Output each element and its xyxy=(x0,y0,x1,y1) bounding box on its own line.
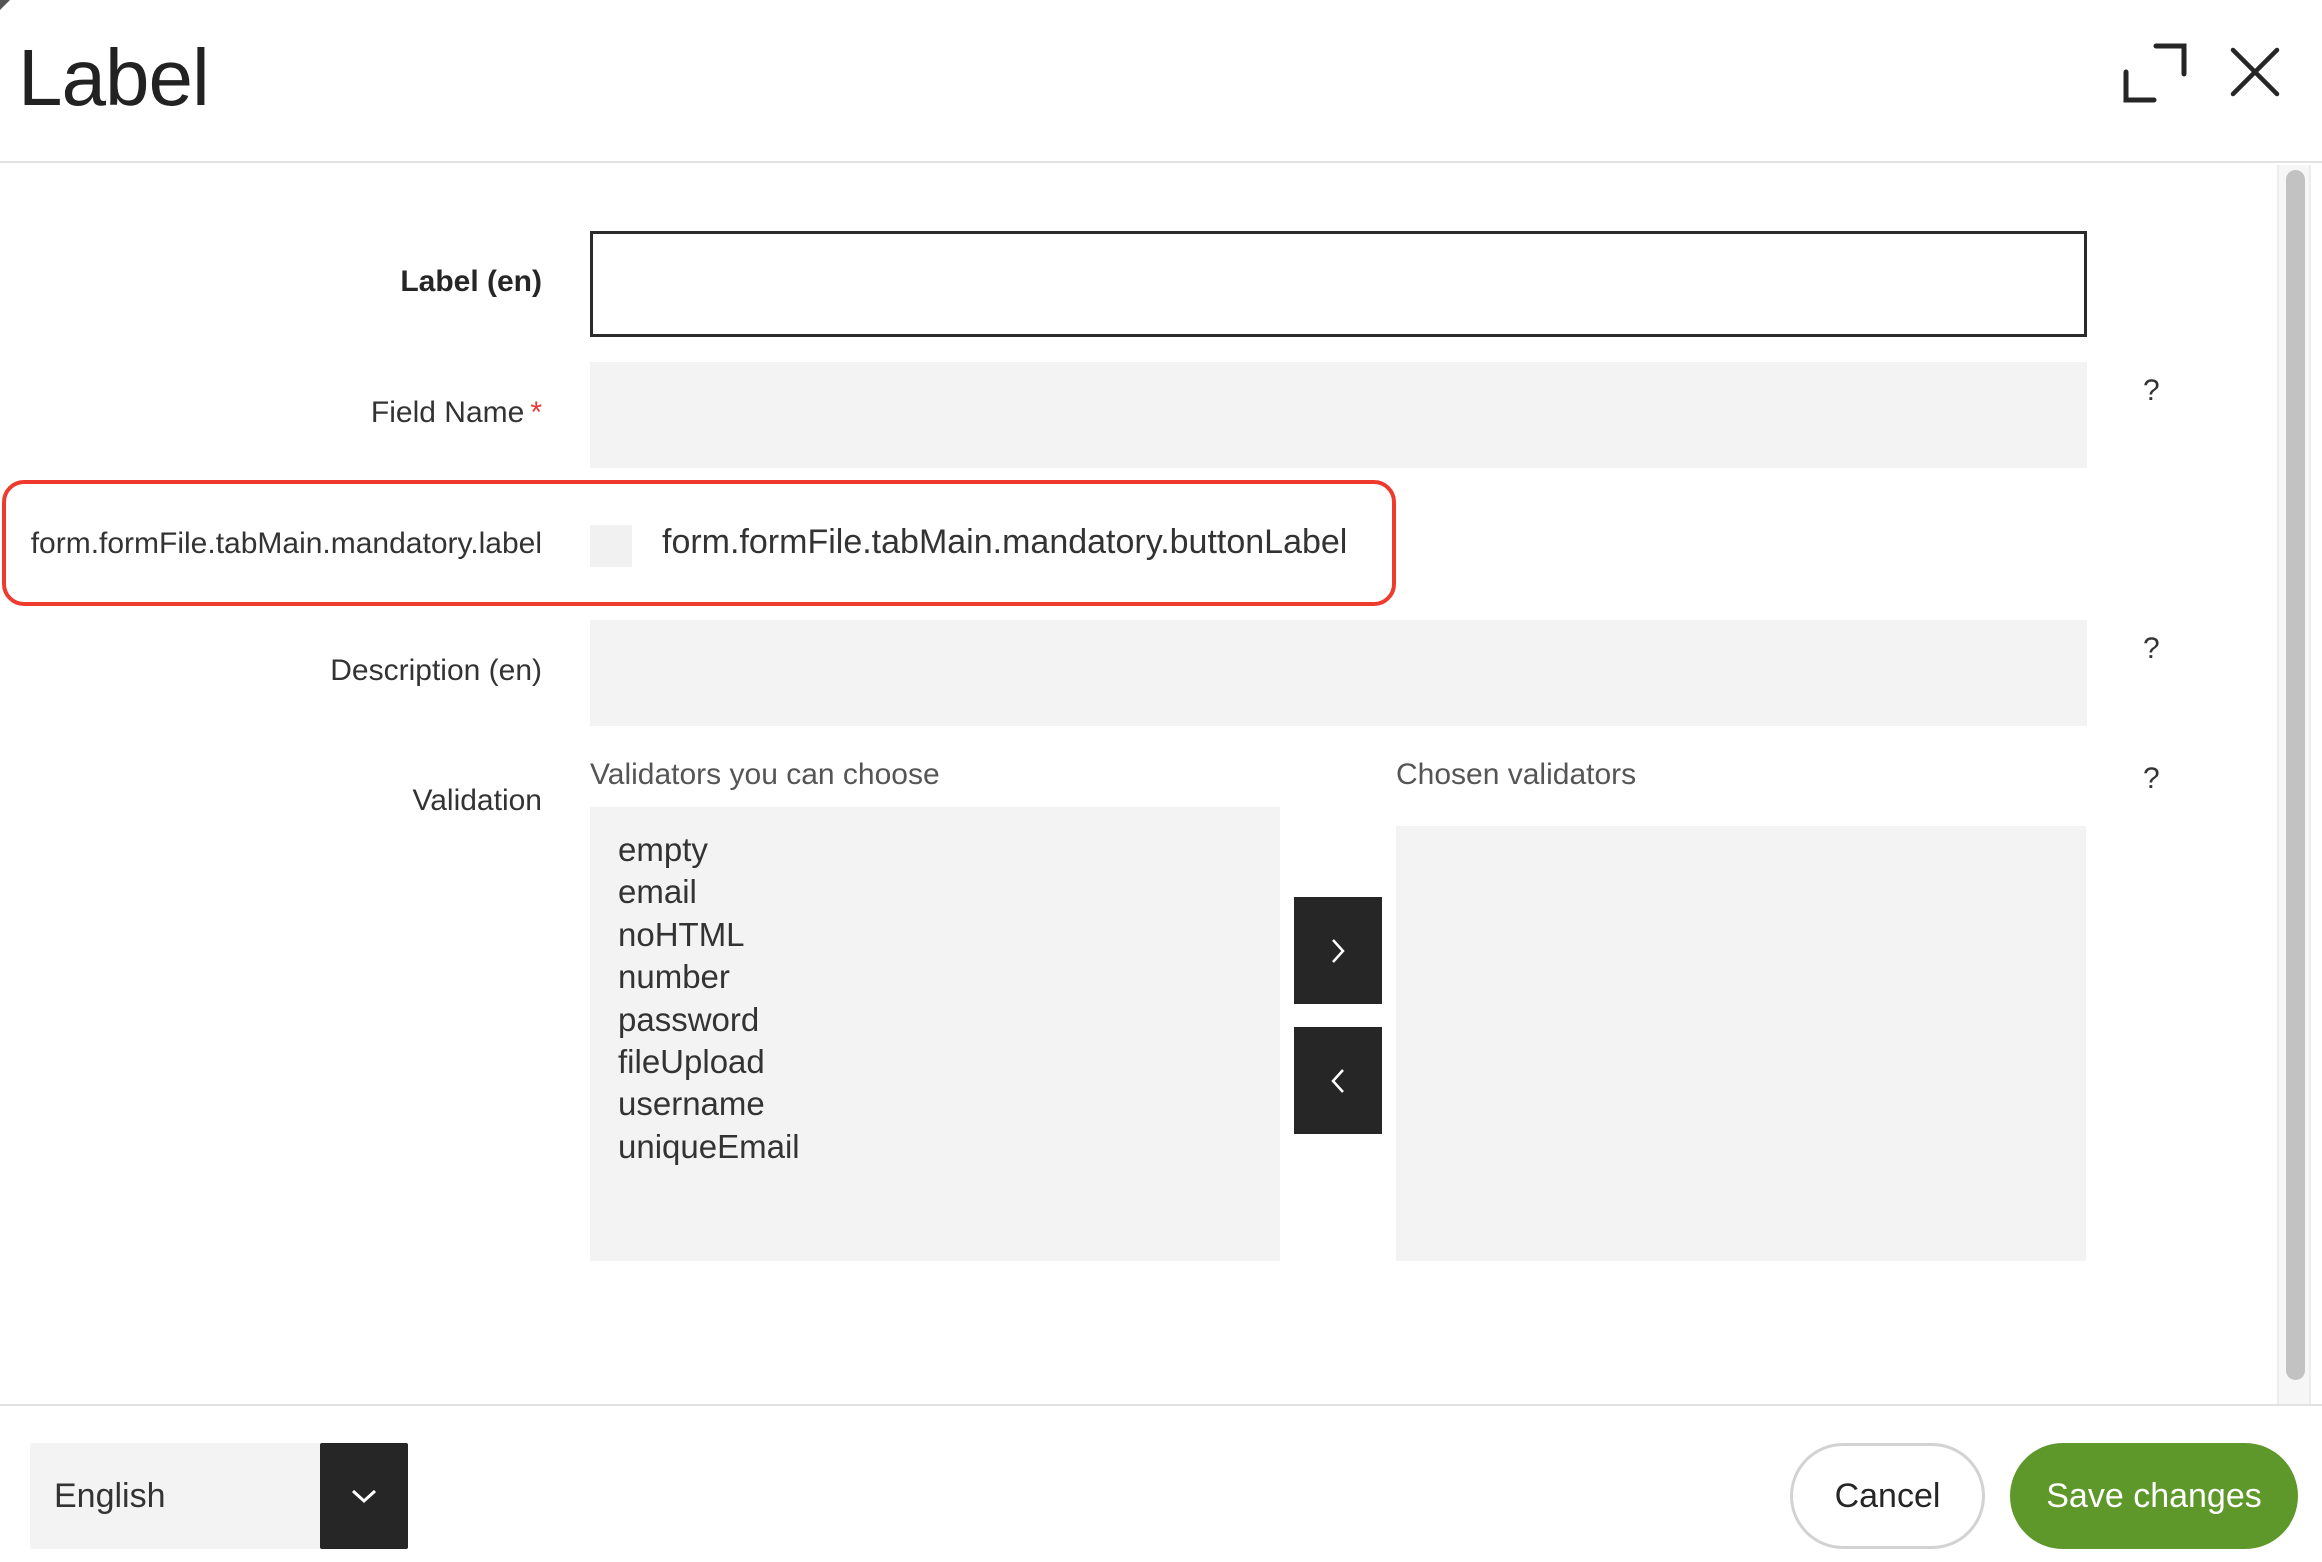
field-name-input[interactable] xyxy=(590,362,2087,468)
chosen-validators-list[interactable] xyxy=(1396,826,2086,1261)
remove-validator-button[interactable] xyxy=(1294,1027,1382,1134)
chevron-right-icon xyxy=(1332,938,1345,963)
description-input[interactable] xyxy=(590,620,2087,726)
mandatory-label: form.formFile.tabMain.mandatory.label xyxy=(30,527,542,560)
description-help-icon[interactable]: ? xyxy=(2143,632,2160,666)
field-name-help-icon[interactable]: ? xyxy=(2143,374,2160,408)
validator-option[interactable]: username xyxy=(618,1083,1252,1125)
language-select[interactable]: English xyxy=(30,1443,408,1549)
chevron-left-icon xyxy=(1331,1068,1344,1093)
validator-option[interactable]: email xyxy=(618,871,1252,913)
label-input[interactable] xyxy=(590,231,2087,337)
validator-option[interactable]: password xyxy=(618,999,1252,1041)
available-validators-header: Validators you can choose xyxy=(590,758,940,791)
dialog-title: Label xyxy=(18,33,210,122)
expand-icon xyxy=(2123,43,2187,103)
description-label: Description (en) xyxy=(330,654,542,687)
required-marker: * xyxy=(530,396,542,429)
chevron-down-icon xyxy=(351,1489,377,1504)
scrollbar-thumb[interactable] xyxy=(2286,170,2305,1380)
chosen-validators-header: Chosen validators xyxy=(1396,758,1637,791)
validator-option[interactable]: empty xyxy=(618,829,1252,871)
add-validator-button[interactable] xyxy=(1294,897,1382,1004)
header-divider xyxy=(0,161,2322,163)
language-dropdown-toggle[interactable] xyxy=(320,1443,408,1549)
validator-option[interactable]: noHTML xyxy=(618,914,1252,956)
validator-option[interactable]: number xyxy=(618,956,1252,998)
available-validators-list[interactable]: empty email noHTML number password fileU… xyxy=(590,807,1280,1261)
mandatory-checkbox[interactable] xyxy=(590,525,632,567)
validation-label: Validation xyxy=(412,784,542,817)
validator-option[interactable]: fileUpload xyxy=(618,1041,1252,1083)
close-button[interactable] xyxy=(2225,42,2285,102)
save-changes-button[interactable]: Save changes xyxy=(2010,1443,2298,1549)
field-name-label-text: Field Name xyxy=(370,396,525,429)
mandatory-checkbox-label[interactable]: form.formFile.tabMain.mandatory.buttonLa… xyxy=(662,523,1347,562)
language-select-value: English xyxy=(54,1477,166,1515)
label-field-label: Label (en) xyxy=(400,265,542,298)
field-name-label: Field Name * xyxy=(371,396,542,430)
validation-help-icon[interactable]: ? xyxy=(2143,762,2160,796)
close-icon xyxy=(2230,47,2280,97)
cancel-button[interactable]: Cancel xyxy=(1790,1443,1985,1549)
validator-option[interactable]: uniqueEmail xyxy=(618,1126,1252,1168)
window-corner xyxy=(0,0,10,10)
footer-divider xyxy=(0,1404,2322,1406)
expand-button[interactable] xyxy=(2120,38,2190,108)
